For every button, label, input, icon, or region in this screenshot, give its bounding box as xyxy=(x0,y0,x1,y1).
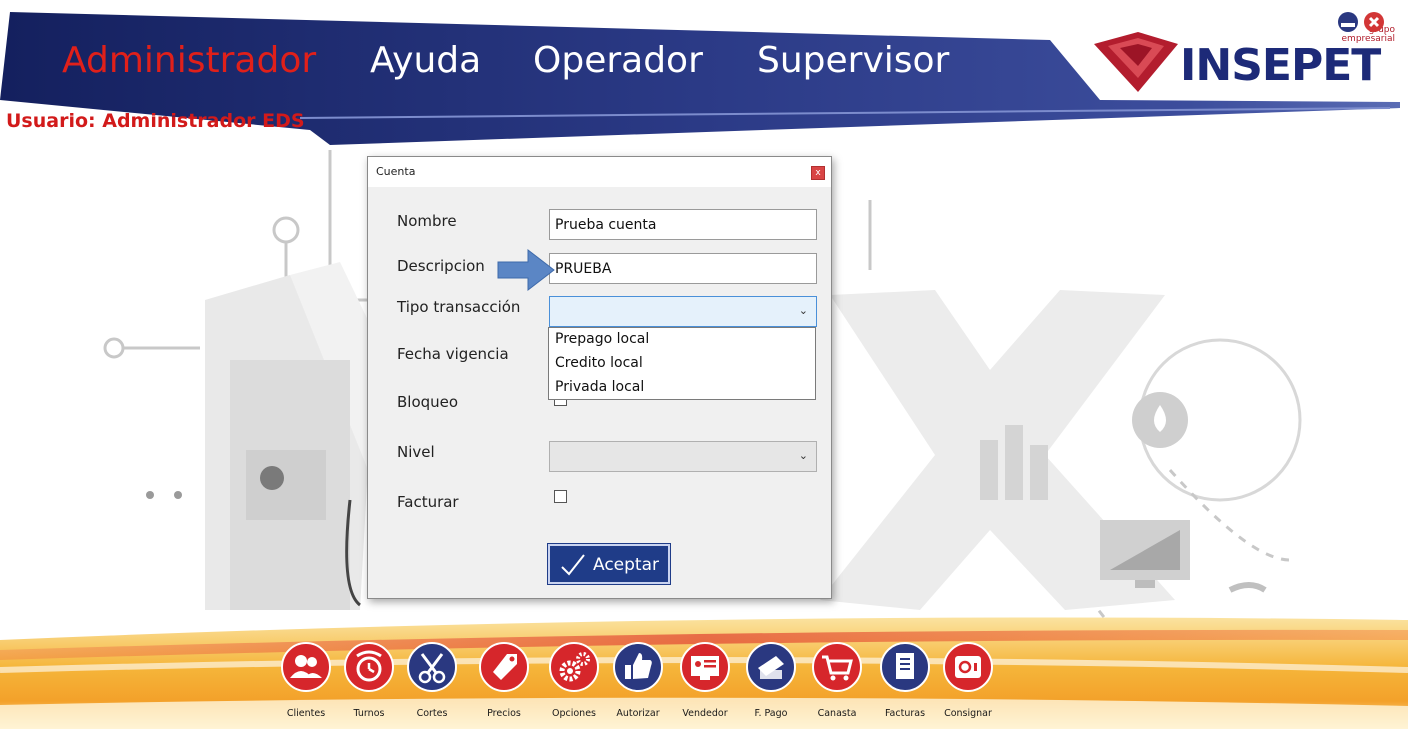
toolbar-canasta[interactable]: Canasta xyxy=(806,642,868,726)
invoice-icon xyxy=(880,642,930,692)
dialog-close-button[interactable]: x xyxy=(811,166,825,180)
gears-icon xyxy=(549,642,599,692)
dropdown-option-privada[interactable]: Privada local xyxy=(555,379,644,395)
bloqueo-label: Bloqueo xyxy=(397,393,459,411)
price-tag-icon xyxy=(479,642,529,692)
checkmark-icon xyxy=(561,554,585,576)
facturar-checkbox[interactable] xyxy=(554,490,567,503)
toolbar-autorizar[interactable]: Autorizar xyxy=(607,642,669,726)
thumbs-up-icon xyxy=(613,642,663,692)
aceptar-button[interactable]: Aceptar xyxy=(547,543,671,585)
safe-icon xyxy=(943,642,993,692)
close-icon[interactable] xyxy=(1363,11,1385,33)
descripcion-input[interactable] xyxy=(549,253,817,284)
logo-subtitle-line2: empresarial xyxy=(1341,34,1395,44)
tipo-transaccion-label: Tipo transacción xyxy=(397,298,521,316)
arrow-right-icon xyxy=(497,248,555,292)
descripcion-label: Descripcion xyxy=(397,257,485,275)
nombre-label: Nombre xyxy=(397,212,457,230)
toolbar-opciones[interactable]: Opciones xyxy=(543,642,605,726)
toolbar-f-pago[interactable]: F. Pago xyxy=(740,642,802,726)
payment-icon xyxy=(746,642,796,692)
scissors-icon xyxy=(407,642,457,692)
chevron-down-icon: ⌄ xyxy=(798,304,808,317)
app-window: Administrador Ayuda Operador Supervisor … xyxy=(0,0,1408,729)
nombre-input[interactable] xyxy=(549,209,817,240)
toolbar-consignar[interactable]: Consignar xyxy=(937,642,999,726)
users-icon xyxy=(281,642,331,692)
menu-administrador[interactable]: Administrador xyxy=(62,40,316,81)
fecha-vigencia-label: Fecha vigencia xyxy=(397,345,509,363)
logo-wordmark: INSEPET xyxy=(1180,40,1381,91)
toolbar-cortes[interactable]: Cortes xyxy=(401,642,463,726)
nivel-select[interactable]: ⌄ xyxy=(549,441,817,472)
facturar-label: Facturar xyxy=(397,493,459,511)
current-user-label: Usuario: Administrador EDS xyxy=(6,110,305,132)
toolbar-precios[interactable]: Precios xyxy=(473,642,535,726)
nivel-label: Nivel xyxy=(397,443,435,461)
dropdown-option-credito[interactable]: Credito local xyxy=(555,355,643,371)
minimize-icon[interactable] xyxy=(1337,11,1359,33)
dropdown-option-prepago[interactable]: Prepago local xyxy=(555,331,649,347)
aceptar-label: Aceptar xyxy=(593,555,659,575)
toolbar-vendedor[interactable]: Vendedor xyxy=(674,642,736,726)
tipo-transaccion-dropdown: Prepago local Credito local Privada loca… xyxy=(548,327,816,400)
dialog-title: Cuenta xyxy=(376,165,416,178)
menu-supervisor[interactable]: Supervisor xyxy=(757,40,949,81)
menu-operador[interactable]: Operador xyxy=(533,40,703,81)
dialog-titlebar: Cuenta x xyxy=(368,157,831,187)
window-buttons xyxy=(1337,11,1397,35)
tipo-transaccion-select[interactable]: ⌄ xyxy=(549,296,817,327)
cart-icon xyxy=(812,642,862,692)
menu-ayuda[interactable]: Ayuda xyxy=(370,40,481,81)
chevron-down-icon: ⌄ xyxy=(798,449,808,462)
toolbar-label: Cortes xyxy=(416,708,448,719)
id-card-icon xyxy=(680,642,730,692)
alarm-clock-icon xyxy=(344,642,394,692)
toolbar-label: Consignar xyxy=(944,708,992,719)
